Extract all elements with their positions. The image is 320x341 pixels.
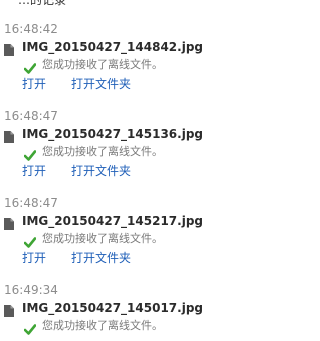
file-row: IMG_20150427_145017.jpg <box>4 300 204 317</box>
status-text: 您成功接收了离线文件。 <box>42 232 163 245</box>
file-row: IMG_20150427_145217.jpg <box>4 213 204 230</box>
timestamp: 16:48:47 <box>4 196 58 210</box>
open-link[interactable]: 打开 <box>22 162 46 179</box>
file-icon <box>4 215 14 230</box>
status-row: 您成功接收了离线文件。 <box>23 231 163 248</box>
open-folder-link[interactable]: 打开文件夹 <box>71 162 131 179</box>
check-icon <box>23 233 37 248</box>
status-row: 您成功接收了离线文件。 <box>23 318 163 335</box>
open-folder-link[interactable]: 打开文件夹 <box>71 249 131 266</box>
open-folder-link[interactable]: 打开文件夹 <box>71 75 131 92</box>
file-name: IMG_20150427_144842.jpg <box>22 40 204 54</box>
file-icon <box>4 128 14 143</box>
timestamp: 16:48:47 <box>4 109 58 123</box>
status-row: 您成功接收了离线文件。 <box>23 57 163 74</box>
check-icon <box>23 320 37 335</box>
status-row: 您成功接收了离线文件。 <box>23 144 163 161</box>
check-icon <box>23 146 37 161</box>
status-text: 您成功接收了离线文件。 <box>42 58 163 71</box>
timestamp: 16:48:42 <box>4 22 58 36</box>
timestamp: 16:49:34 <box>4 283 58 297</box>
file-name: IMG_20150427_145217.jpg <box>22 214 204 228</box>
file-icon <box>4 41 14 56</box>
file-row: IMG_20150427_144842.jpg <box>4 39 204 56</box>
status-text: 您成功接收了离线文件。 <box>42 145 163 158</box>
open-link[interactable]: 打开 <box>22 249 46 266</box>
open-link[interactable]: 打开 <box>22 75 46 92</box>
file-name: IMG_20150427_145017.jpg <box>22 301 204 315</box>
file-icon <box>4 302 14 317</box>
status-text: 您成功接收了离线文件。 <box>42 319 163 332</box>
check-icon <box>23 59 37 74</box>
file-row: IMG_20150427_145136.jpg <box>4 126 204 143</box>
file-name: IMG_20150427_145136.jpg <box>22 127 204 141</box>
cut-off-header-text: …的记录 <box>18 0 67 7</box>
